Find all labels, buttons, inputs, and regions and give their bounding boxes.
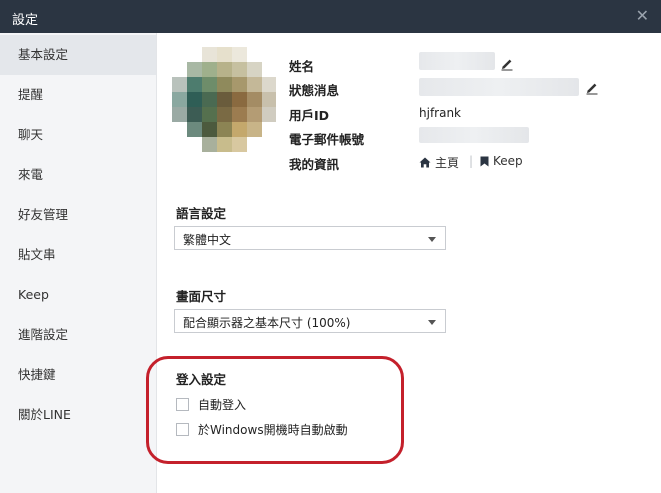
email-label: 電子郵件帳號 xyxy=(289,132,365,147)
auto-login-checkbox[interactable] xyxy=(176,397,189,411)
avatar[interactable] xyxy=(172,47,276,153)
display-section-title: 畫面尺寸 xyxy=(176,289,227,304)
language-select[interactable]: 繁體中文 xyxy=(174,226,446,250)
auto-login-option[interactable]: 自動登入 xyxy=(176,395,246,413)
auto-login-label: 自動登入 xyxy=(198,397,247,412)
display-size-select[interactable]: 配合顯示器之基本尺寸 (100%) xyxy=(174,309,446,333)
keep-link-label: Keep xyxy=(493,154,523,168)
auto-start-option[interactable]: 於Windows開機時自動啟動 xyxy=(176,420,348,438)
sidebar-item-calls[interactable]: 來電 xyxy=(0,155,156,195)
close-icon[interactable]: ✕ xyxy=(636,6,649,25)
home-icon xyxy=(419,157,431,168)
keep-link[interactable]: Keep xyxy=(480,154,523,168)
sidebar: 基本設定 提醒 聊天 來電 好友管理 貼文串 Keep 進階設定 快捷鍵 關於L… xyxy=(0,33,157,493)
name-value-redacted xyxy=(419,52,495,70)
sidebar-item-notifications[interactable]: 提醒 xyxy=(0,75,156,115)
name-label: 姓名 xyxy=(289,59,315,74)
sidebar-item-chat[interactable]: 聊天 xyxy=(0,115,156,155)
title-bar: 設定 ✕ xyxy=(0,0,661,33)
bookmark-icon xyxy=(480,156,489,166)
chevron-down-icon xyxy=(428,320,436,325)
login-section-title: 登入設定 xyxy=(176,372,227,387)
home-link[interactable]: 主頁 xyxy=(419,154,459,171)
userid-label: 用戶ID xyxy=(289,108,330,123)
language-section-title: 語言設定 xyxy=(176,206,227,221)
sidebar-item-friends[interactable]: 好友管理 xyxy=(0,195,156,235)
sidebar-item-advanced[interactable]: 進階設定 xyxy=(0,315,156,355)
sidebar-item-basic[interactable]: 基本設定 xyxy=(0,35,156,75)
edit-status-icon[interactable] xyxy=(585,80,599,95)
sidebar-item-keep[interactable]: Keep xyxy=(0,275,156,315)
status-value-redacted xyxy=(419,78,579,96)
myinfo-label: 我的資訊 xyxy=(289,157,340,172)
sidebar-item-about[interactable]: 關於LINE xyxy=(0,395,156,435)
auto-start-label: 於Windows開機時自動啟動 xyxy=(198,422,348,437)
language-selected-value: 繁體中文 xyxy=(183,233,232,247)
sidebar-item-timeline[interactable]: 貼文串 xyxy=(0,235,156,275)
sidebar-item-shortcuts[interactable]: 快捷鍵 xyxy=(0,355,156,395)
display-size-selected-value: 配合顯示器之基本尺寸 (100%) xyxy=(183,316,351,330)
window-title: 設定 xyxy=(12,13,39,28)
status-label: 狀態消息 xyxy=(289,83,340,98)
home-link-label: 主頁 xyxy=(435,156,460,170)
email-value-redacted xyxy=(419,127,529,143)
chevron-down-icon xyxy=(428,237,436,242)
auto-start-checkbox[interactable] xyxy=(176,422,189,436)
userid-value: hjfrank xyxy=(419,106,462,120)
link-divider: | xyxy=(469,154,474,168)
edit-name-icon[interactable] xyxy=(500,56,514,71)
